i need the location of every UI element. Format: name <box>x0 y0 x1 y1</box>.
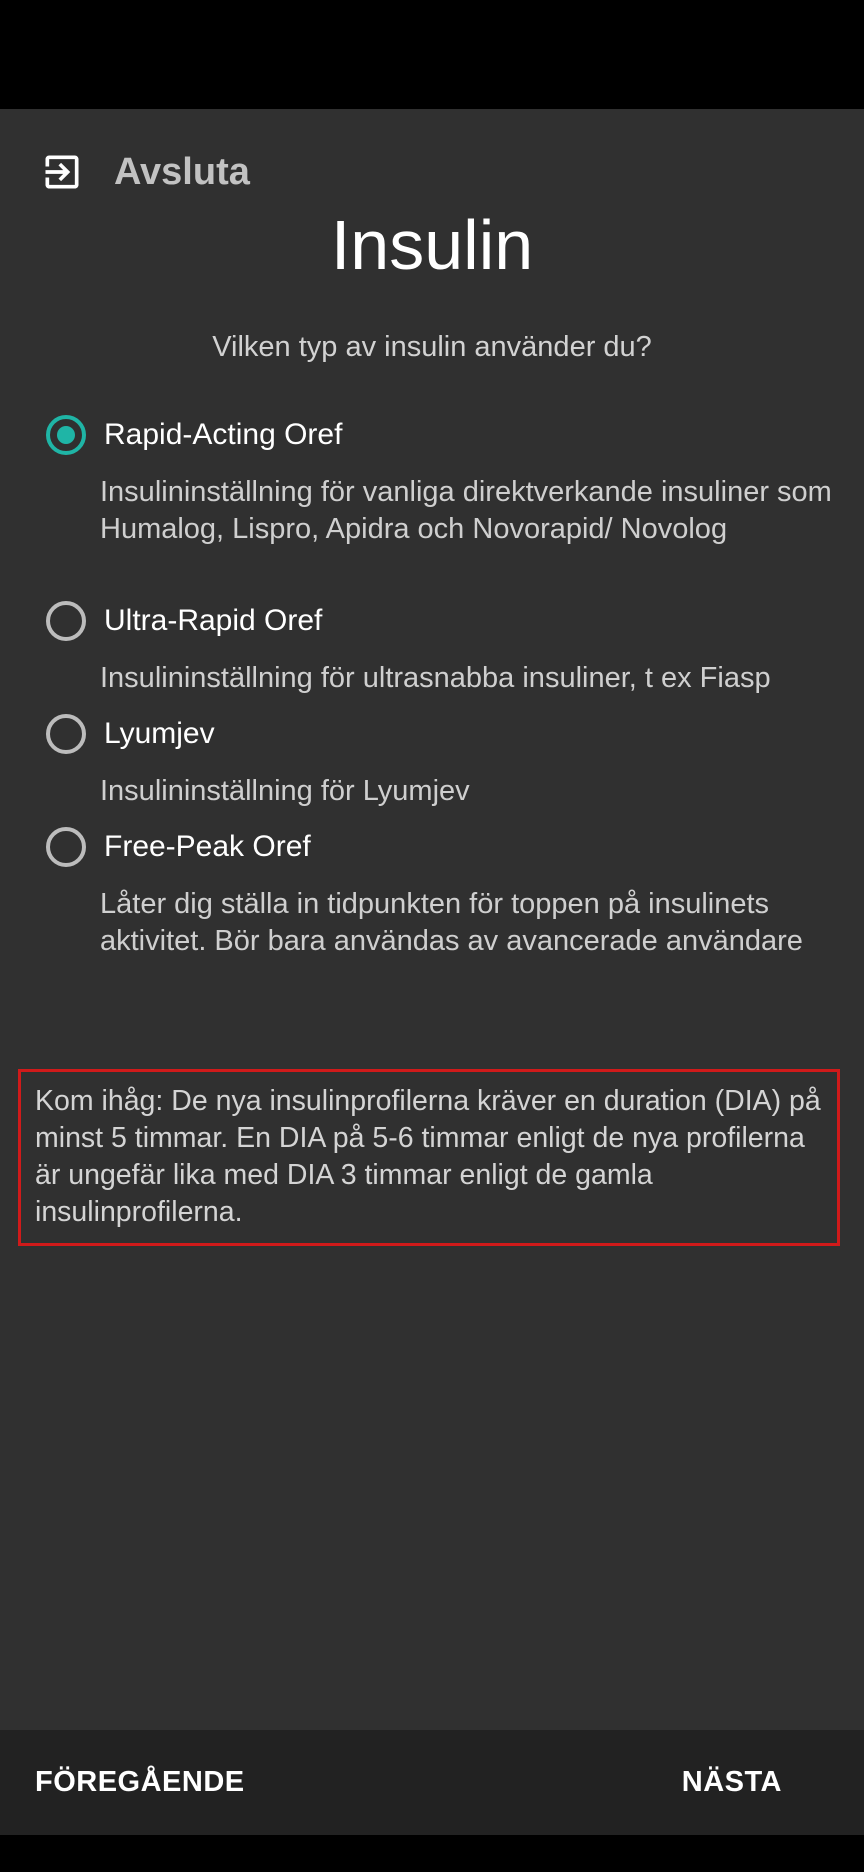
option-rapid-acting-oref[interactable]: Rapid-Acting Oref <box>46 415 342 455</box>
exit-button[interactable]: Avsluta <box>38 147 250 197</box>
option-description: Låter dig ställa in tidpunkten för toppe… <box>100 888 803 957</box>
option-lyumjev[interactable]: Lyumjev <box>46 714 215 754</box>
option-description: Insulininställning för Lyumjev <box>100 775 470 807</box>
page-title: Insulin <box>330 206 534 284</box>
system-nav-bar <box>0 1835 864 1872</box>
reminder-note: Kom ihåg: De nya insulinprofilerna kräve… <box>18 1069 840 1246</box>
status-bar <box>0 0 864 109</box>
option-label: Lyumjev <box>104 717 215 750</box>
option-label: Rapid-Acting Oref <box>104 418 343 451</box>
radio-button-selected[interactable] <box>46 415 86 455</box>
option-description: Insulininställning för vanliga direktver… <box>100 476 832 545</box>
exit-label: Avsluta <box>114 150 250 193</box>
question-text: Vilken typ av insulin använder du? <box>212 331 652 363</box>
radio-button[interactable] <box>46 827 86 867</box>
option-free-peak-oref[interactable]: Free-Peak Oref <box>46 827 311 867</box>
option-description: Insulininställning för ultrasnabba insul… <box>100 662 771 694</box>
exit-icon <box>38 148 86 196</box>
radio-button[interactable] <box>46 714 86 754</box>
option-ultra-rapid-oref[interactable]: Ultra-Rapid Oref <box>46 601 322 641</box>
option-label: Ultra-Rapid Oref <box>104 604 323 637</box>
next-button[interactable]: NÄSTA <box>682 1766 782 1799</box>
radio-button[interactable] <box>46 601 86 641</box>
previous-button[interactable]: FÖREGÅENDE <box>35 1766 245 1799</box>
option-label: Free-Peak Oref <box>104 830 311 863</box>
